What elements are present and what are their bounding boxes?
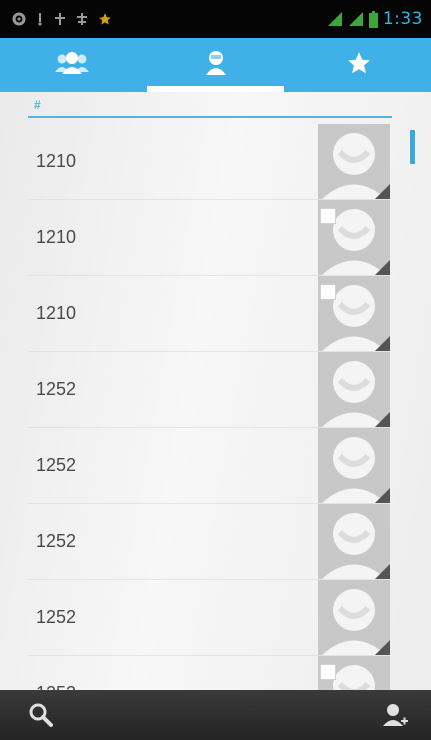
status-bar: 1:33: [0, 0, 431, 38]
tab-bar: [0, 38, 431, 92]
notification-icons: [12, 12, 112, 26]
settings-icon: [12, 12, 26, 26]
contact-name: 1210: [36, 303, 77, 323]
section-letter: #: [34, 98, 41, 112]
tab-favorites[interactable]: [287, 38, 431, 92]
contact-name: 1252: [36, 455, 77, 475]
add-contact-icon: [383, 704, 408, 726]
contact-photo[interactable]: [318, 276, 390, 351]
add-contact-button[interactable]: [381, 701, 409, 729]
default-avatar-icon: [322, 589, 390, 655]
contact-photo[interactable]: [318, 428, 390, 503]
list-item[interactable]: 1210: [28, 200, 390, 276]
default-avatar-icon: [322, 361, 390, 427]
list-item[interactable]: 1210: [28, 124, 390, 200]
scrollbar-thumb[interactable]: [410, 130, 415, 164]
contact-name: 1252: [36, 607, 77, 627]
contact-list: 1210 1210 1210 1252 1252 1252 1252: [28, 124, 390, 690]
contact-name: 1252: [36, 531, 77, 551]
list-item[interactable]: 1252: [28, 504, 390, 580]
default-avatar-icon: [322, 513, 390, 579]
signal-icon: [348, 11, 364, 27]
photo-badge-icon: [320, 664, 336, 680]
list-item[interactable]: 1252: [28, 428, 390, 504]
system-icons: 1:33: [327, 9, 423, 29]
contact-photo[interactable]: [318, 124, 390, 199]
default-avatar-icon: [322, 437, 390, 503]
photo-badge-icon: [320, 208, 336, 224]
photo-badge-icon: [320, 284, 336, 300]
contact-photo[interactable]: [318, 504, 390, 579]
battery-icon: [368, 10, 378, 28]
signal-icon: [327, 11, 343, 27]
contact-name: 1210: [36, 151, 77, 171]
star-icon: [346, 50, 372, 81]
list-item[interactable]: 1252: [28, 352, 390, 428]
search-icon: [29, 703, 53, 727]
list-item[interactable]: 1252: [28, 656, 390, 690]
contact-photo[interactable]: [318, 200, 390, 275]
usb-icon: [36, 12, 44, 26]
clock: 1:33: [382, 9, 423, 29]
contact-photo[interactable]: [318, 656, 390, 690]
tab-all-contacts[interactable]: [144, 38, 288, 92]
contact-name: 1210: [36, 227, 77, 247]
search-button[interactable]: [28, 702, 54, 728]
contacts-list-area[interactable]: # 1210 1210 1210 1252 1252 1252 1252: [0, 92, 431, 690]
contact-name: 1252: [36, 379, 77, 399]
contact-photo[interactable]: [318, 352, 390, 427]
section-header: #: [28, 98, 392, 118]
contact-photo[interactable]: [318, 580, 390, 655]
list-item[interactable]: 1210: [28, 276, 390, 352]
usb-debug-icon: [54, 12, 66, 26]
tab-groups[interactable]: [0, 38, 144, 92]
android-icon: [76, 12, 88, 26]
person-icon: [202, 49, 230, 82]
groups-icon: [52, 50, 92, 81]
list-item[interactable]: 1252: [28, 580, 390, 656]
contact-name: 1252: [36, 656, 76, 690]
default-avatar-icon: [322, 133, 390, 199]
bottom-action-bar: [0, 690, 431, 740]
star-notification-icon: [98, 12, 112, 26]
